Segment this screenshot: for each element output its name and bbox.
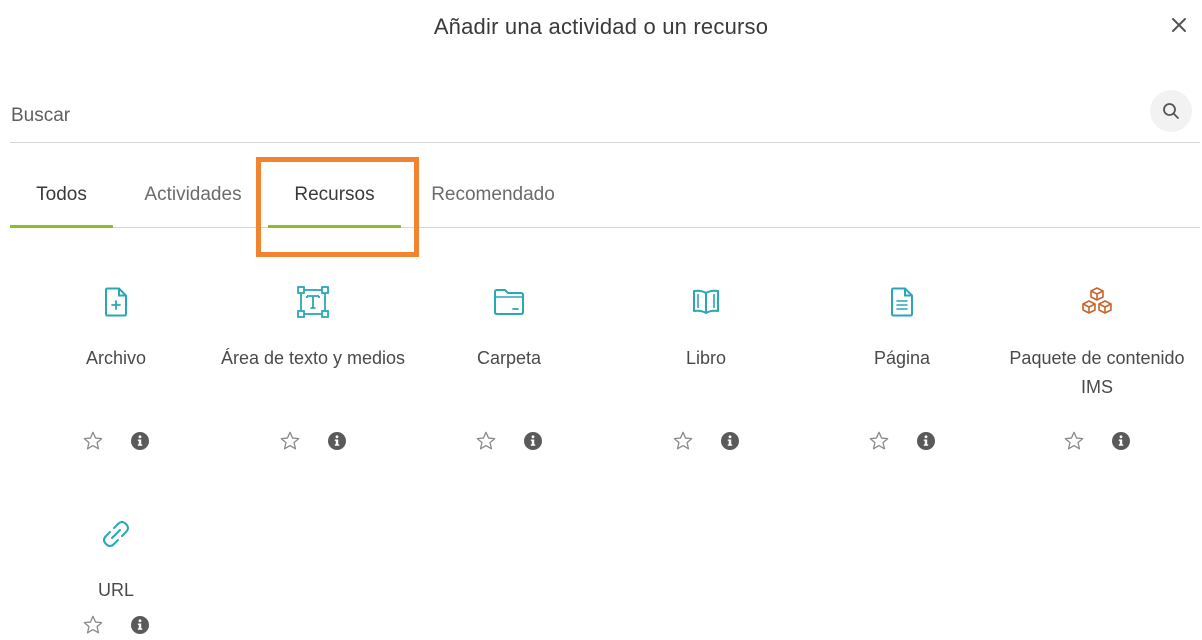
close-icon	[1172, 18, 1186, 32]
dialog-title: Añadir una actividad o un recurso	[433, 14, 769, 39]
star-icon[interactable]	[868, 430, 890, 452]
folder-icon	[494, 289, 524, 315]
star-icon[interactable]	[672, 430, 694, 452]
file-add-icon	[105, 287, 127, 317]
tab-bar: Todos Actividades Recursos Recomendado	[10, 160, 1200, 228]
resource-actions	[999, 430, 1195, 452]
link-icon	[103, 521, 129, 547]
tab-label: Recursos	[294, 184, 375, 205]
info-icon[interactable]	[327, 431, 347, 451]
search-input[interactable]	[10, 90, 1130, 142]
close-button[interactable]	[1166, 12, 1192, 38]
search-bar	[10, 90, 1200, 143]
tab-label: Todos	[36, 184, 87, 205]
page-icon	[891, 287, 913, 317]
star-icon[interactable]	[475, 430, 497, 452]
resource-label: Página	[873, 348, 931, 368]
info-icon[interactable]	[130, 615, 150, 635]
resource-label: Archivo	[85, 348, 147, 368]
resource-actions	[608, 430, 804, 452]
star-icon[interactable]	[279, 430, 301, 452]
info-icon[interactable]	[1111, 431, 1131, 451]
tab-recomendado[interactable]: Recomendado	[418, 160, 568, 228]
resource-label: Paquete de contenido IMS	[1009, 348, 1185, 397]
star-icon[interactable]	[82, 614, 104, 636]
search-button[interactable]	[1150, 90, 1192, 132]
resource-card-pagina[interactable]: Página	[804, 282, 1000, 450]
resource-card-libro[interactable]: Libro	[608, 282, 804, 450]
star-icon[interactable]	[1063, 430, 1085, 452]
resource-card-url[interactable]: URL	[18, 514, 214, 634]
tab-todos[interactable]: Todos	[10, 160, 113, 228]
star-icon[interactable]	[82, 430, 104, 452]
search-icon	[1163, 103, 1179, 119]
resource-card-archivo[interactable]: Archivo	[18, 282, 214, 450]
resource-actions	[215, 430, 411, 452]
resource-card-ims[interactable]: Paquete de contenido IMS	[999, 282, 1195, 450]
text-area-icon	[297, 286, 329, 318]
book-icon	[693, 289, 719, 314]
resource-label: Libro	[685, 348, 727, 368]
info-icon[interactable]	[720, 431, 740, 451]
info-icon[interactable]	[523, 431, 543, 451]
tab-label: Actividades	[144, 184, 242, 205]
tab-label: Recomendado	[431, 184, 555, 205]
info-icon[interactable]	[130, 431, 150, 451]
resource-actions	[804, 430, 1000, 452]
resource-actions	[18, 614, 214, 636]
ims-package-icon	[1082, 287, 1112, 314]
resource-label: URL	[97, 580, 134, 600]
info-icon[interactable]	[916, 431, 936, 451]
resource-card-area-texto[interactable]: Área de texto y medios	[215, 282, 411, 450]
resource-actions	[411, 430, 607, 452]
resource-actions	[18, 430, 214, 452]
tab-actividades[interactable]: Actividades	[128, 160, 258, 228]
resource-label: Carpeta	[476, 348, 542, 368]
resource-card-carpeta[interactable]: Carpeta	[411, 282, 607, 450]
resource-label: Área de texto y medios	[220, 348, 406, 368]
tab-recursos[interactable]: Recursos	[268, 160, 401, 228]
